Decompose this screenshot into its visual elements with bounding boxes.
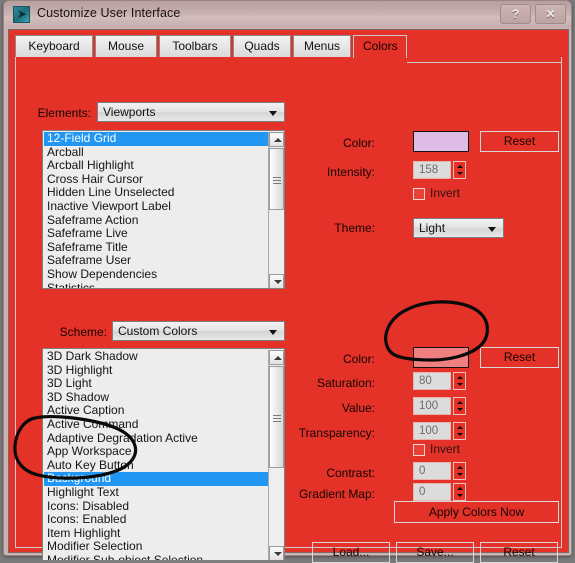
app-icon-glyph: ➤ <box>17 7 28 21</box>
scroll-thumb[interactable] <box>269 366 284 468</box>
elements-invert-checkbox[interactable] <box>413 188 425 200</box>
intensity-input[interactable]: 158 <box>413 161 451 179</box>
gradient-map-input[interactable]: 0 <box>413 483 451 501</box>
list-item[interactable]: Item Highlight <box>44 527 268 541</box>
list-item[interactable]: Auto Key Button <box>44 459 268 473</box>
title-bar[interactable]: ➤ Customize User Interface ? ✕ <box>4 1 571 28</box>
intensity-label: Intensity: <box>326 165 375 179</box>
app-icon: ➤ <box>13 6 30 23</box>
elements-color-swatch[interactable] <box>413 131 469 152</box>
scheme-invert-checkbox[interactable] <box>413 444 425 456</box>
scroll-up-button[interactable] <box>269 132 284 147</box>
list-item[interactable]: 3D Shadow <box>44 391 268 405</box>
tab-menus[interactable]: Menus <box>293 35 351 57</box>
tab-colors[interactable]: Colors <box>353 35 407 58</box>
list-item[interactable]: Statistics <box>44 282 268 288</box>
scheme-reset-button[interactable]: Reset <box>480 347 559 368</box>
elements-list-scrollbar[interactable] <box>268 132 284 288</box>
value-label: Value: <box>341 401 375 415</box>
elements-invert-label: Invert <box>430 186 461 200</box>
list-item[interactable]: Highlight Text <box>44 486 268 500</box>
chevron-down-icon <box>269 111 277 116</box>
list-item[interactable]: Active Command <box>44 418 268 432</box>
apply-colors-now-button[interactable]: Apply Colors Now <box>394 501 559 523</box>
list-item[interactable]: App Workspace <box>44 445 268 459</box>
scheme-color-label: Color: <box>342 352 375 366</box>
theme-combo[interactable]: Light <box>413 218 504 238</box>
theme-combo-value: Light <box>419 221 446 235</box>
scheme-color-swatch[interactable] <box>413 347 469 368</box>
list-item[interactable]: Safeframe Title <box>44 241 268 255</box>
tab-mouse[interactable]: Mouse <box>95 35 157 57</box>
transparency-stepper[interactable] <box>453 422 466 440</box>
tab-keyboard[interactable]: Keyboard <box>15 35 93 57</box>
list-item[interactable]: Adaptive Degradation Active <box>44 432 268 446</box>
scheme-list-scrollbar[interactable] <box>268 350 284 560</box>
intensity-stepper[interactable] <box>453 161 466 179</box>
list-item[interactable]: Safeframe User <box>44 254 268 268</box>
elements-combo-value: Viewports <box>103 105 156 119</box>
tab-strip: Keyboard Mouse Toolbars Quads Menus Colo… <box>15 35 562 58</box>
list-item[interactable]: 3D Light <box>44 377 268 391</box>
list-item[interactable]: Icons: Enabled <box>44 513 268 527</box>
list-item[interactable]: Active Caption <box>44 404 268 418</box>
transparency-input[interactable]: 100 <box>413 422 451 440</box>
tab-strip-baseline <box>407 62 562 63</box>
list-item[interactable]: Safeframe Live <box>44 227 268 241</box>
saturation-label: Saturation: <box>316 376 375 390</box>
list-item[interactable]: 3D Highlight <box>44 364 268 378</box>
scheme-combo-value: Custom Colors <box>118 324 198 338</box>
list-item[interactable]: Modifier Selection <box>44 540 268 554</box>
elements-label: Elements: <box>37 106 91 120</box>
customize-user-interface-window: ➤ Customize User Interface ? ✕ Keyboard … <box>3 0 572 563</box>
transparency-label: Transparency: <box>298 426 375 440</box>
scroll-up-button[interactable] <box>269 350 284 365</box>
contrast-input[interactable]: 0 <box>413 462 451 480</box>
value-stepper[interactable] <box>453 397 466 415</box>
window-title: Customize User Interface <box>37 6 181 20</box>
list-item[interactable]: 3D Dark Shadow <box>44 350 268 364</box>
elements-color-label: Color: <box>342 136 375 150</box>
scroll-down-button[interactable] <box>269 546 284 560</box>
dialog-client-area: Keyboard Mouse Toolbars Quads Menus Colo… <box>8 29 569 563</box>
close-button[interactable]: ✕ <box>535 4 566 24</box>
contrast-label: Contrast: <box>326 466 375 480</box>
gradient-map-label: Gradient Map: <box>298 487 375 501</box>
scheme-label: Scheme: <box>59 325 107 339</box>
tab-toolbars[interactable]: Toolbars <box>159 35 231 57</box>
list-item[interactable]: 12-Field Grid <box>44 132 268 146</box>
list-item[interactable]: Hidden Line Unselected <box>44 186 268 200</box>
list-item[interactable]: Inactive Viewport Label <box>44 200 268 214</box>
list-item[interactable]: Modifier Sub-object Selection <box>44 554 268 560</box>
contrast-stepper[interactable] <box>453 462 466 480</box>
chevron-down-icon <box>269 330 277 335</box>
list-item[interactable]: Safeframe Action <box>44 214 268 228</box>
saturation-stepper[interactable] <box>453 372 466 390</box>
scroll-down-button[interactable] <box>269 274 284 288</box>
list-item[interactable]: Cross Hair Cursor <box>44 173 268 187</box>
value-input[interactable]: 100 <box>413 397 451 415</box>
scheme-listbox[interactable]: 3D Dark Shadow 3D Highlight 3D Light 3D … <box>42 348 285 561</box>
elements-combo[interactable]: Viewports <box>97 102 285 122</box>
load-button[interactable]: Load... <box>312 542 390 563</box>
elements-listbox[interactable]: 12-Field Grid Arcball Arcball Highlight … <box>42 130 285 289</box>
chevron-down-icon <box>488 227 496 232</box>
elements-reset-button[interactable]: Reset <box>480 131 559 152</box>
saturation-input[interactable]: 80 <box>413 372 451 390</box>
list-item[interactable]: Background <box>44 472 268 486</box>
scheme-combo[interactable]: Custom Colors <box>112 321 285 341</box>
list-item[interactable]: Show Dependencies <box>44 268 268 282</box>
tab-quads[interactable]: Quads <box>233 35 291 57</box>
scroll-thumb[interactable] <box>269 148 284 210</box>
list-item[interactable]: Arcball <box>44 146 268 160</box>
list-item[interactable]: Icons: Disabled <box>44 500 268 514</box>
gradient-map-stepper[interactable] <box>453 483 466 501</box>
theme-label: Theme: <box>334 221 375 235</box>
save-button[interactable]: Save... <box>396 542 474 563</box>
reset-button[interactable]: Reset <box>480 542 558 563</box>
help-button[interactable]: ? <box>500 4 531 24</box>
list-item[interactable]: Arcball Highlight <box>44 159 268 173</box>
scheme-invert-label: Invert <box>430 442 461 456</box>
